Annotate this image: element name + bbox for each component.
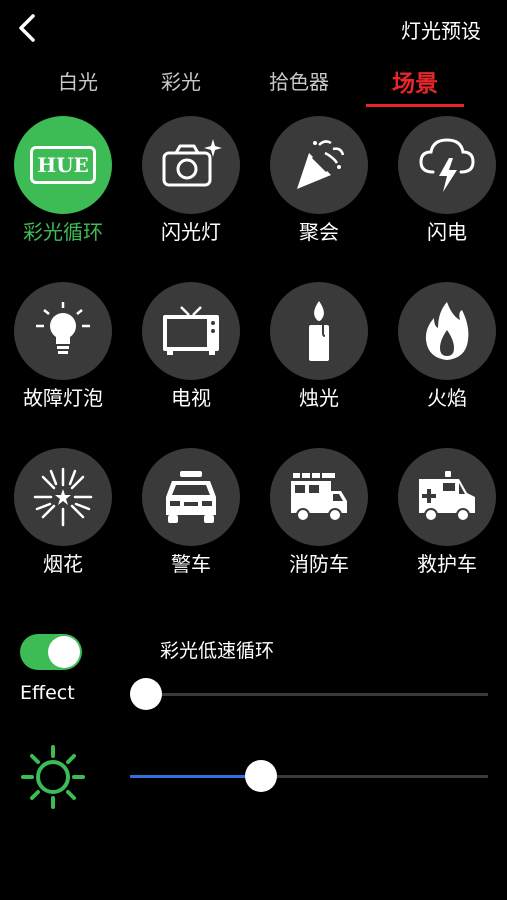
toggle-knob [48, 636, 80, 668]
scene-circle [14, 448, 112, 546]
tab-scenes[interactable]: 场景 [388, 64, 442, 98]
scene-circle: HUE [14, 116, 112, 214]
effect-toggle[interactable] [20, 634, 82, 670]
scene-ambulance[interactable]: 救护车 [384, 448, 507, 588]
scene-fireworks[interactable]: 烟花 [0, 448, 128, 588]
scene-circle [270, 282, 368, 380]
ambulance-icon [419, 471, 475, 522]
slider-fill [130, 775, 261, 778]
scene-circle [142, 448, 240, 546]
scene-hue-cycle[interactable]: HUE 彩光循环 [0, 116, 128, 256]
scene-faulty-bulb[interactable]: 故障灯泡 [0, 282, 128, 422]
scene-circle [270, 448, 368, 546]
scene-circle [398, 448, 496, 546]
scene-label: 火焰 [427, 386, 467, 410]
scene-label: 烛光 [299, 386, 339, 410]
lightbulb-icon [36, 302, 90, 354]
firework-icon [33, 467, 93, 527]
effect-speed-slider[interactable] [130, 674, 488, 714]
hue-badge-text: HUE [37, 153, 89, 177]
tab-bar: 白光 彩光 拾色器 场景 [0, 62, 507, 110]
scene-strobe[interactable]: 闪光灯 [128, 116, 256, 256]
fire-truck-icon [291, 473, 347, 522]
scene-label: 救护车 [417, 552, 477, 576]
scene-circle [142, 282, 240, 380]
active-tab-indicator [366, 104, 464, 107]
hue-icon: HUE [30, 146, 96, 184]
scene-lightning[interactable]: 闪电 [384, 116, 507, 256]
tab-white-light[interactable]: 白光 [56, 66, 100, 95]
scene-fire-truck[interactable]: 消防车 [256, 448, 384, 588]
scene-label: 烟花 [43, 552, 83, 576]
chevron-left-icon [19, 14, 35, 42]
slider-thumb[interactable] [130, 678, 162, 710]
scene-label: 故障灯泡 [23, 386, 103, 410]
scene-circle [14, 282, 112, 380]
scene-circle [270, 116, 368, 214]
slider-thumb[interactable] [245, 760, 277, 792]
tab-color-picker[interactable]: 拾色器 [266, 66, 332, 95]
effect-label: Effect [20, 682, 75, 704]
scene-label: 警车 [171, 552, 211, 576]
scene-flame[interactable]: 火焰 [384, 282, 507, 422]
brightness-sun-icon [21, 745, 85, 809]
tv-icon [163, 306, 219, 355]
page-title: 灯光预设 [401, 19, 481, 43]
scene-label: 电视 [171, 386, 211, 410]
flame-icon [425, 302, 469, 360]
scene-candle[interactable]: 烛光 [256, 282, 384, 422]
back-button[interactable] [10, 8, 44, 48]
scene-label: 闪电 [427, 220, 467, 244]
scene-label: 彩光循环 [23, 220, 103, 244]
slider-track [130, 693, 488, 696]
candle-icon [309, 301, 329, 361]
lightning-icon [419, 138, 475, 192]
scene-circle [142, 116, 240, 214]
top-bar: 灯光预设 [0, 0, 507, 56]
scene-party[interactable]: 聚会 [256, 116, 384, 256]
scene-label: 聚会 [299, 220, 339, 244]
scene-label: 闪光灯 [161, 220, 221, 244]
brightness-slider[interactable] [130, 756, 488, 796]
camera-icon [162, 139, 222, 187]
police-car-icon [166, 471, 216, 523]
scene-tv[interactable]: 电视 [128, 282, 256, 422]
scene-label: 消防车 [289, 552, 349, 576]
scene-circle [398, 282, 496, 380]
party-popper-icon [297, 140, 345, 189]
effect-mode-label: 彩光低速循环 [160, 640, 275, 662]
scene-police-car[interactable]: 警车 [128, 448, 256, 588]
tab-color-light[interactable]: 彩光 [159, 66, 203, 95]
scene-circle [398, 116, 496, 214]
